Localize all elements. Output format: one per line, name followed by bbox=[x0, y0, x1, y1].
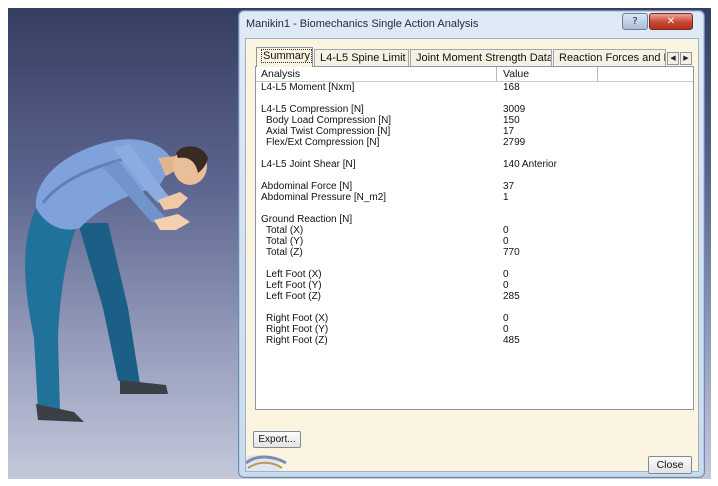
manikin-figure[interactable] bbox=[8, 8, 248, 479]
table-row[interactable] bbox=[256, 93, 693, 104]
dialog-client-area: Summary L4-L5 Spine Limit Joint Moment S… bbox=[245, 38, 699, 474]
row-value: 0 bbox=[503, 324, 509, 335]
row-label: Axial Twist Compression [N] bbox=[266, 126, 391, 137]
dialog-titlebar[interactable]: Manikin1 - Biomechanics Single Action An… bbox=[239, 11, 704, 37]
tab-strip: Summary L4-L5 Spine Limit Joint Moment S… bbox=[256, 47, 696, 67]
table-row[interactable]: L4-L5 Compression [N] 3009 bbox=[256, 104, 693, 115]
tab-joint-moment-label: Joint Moment Strength Data bbox=[416, 52, 552, 64]
row-label: L4-L5 Moment [Nxm] bbox=[261, 82, 355, 93]
table-row[interactable] bbox=[256, 203, 693, 214]
row-label: Body Load Compression [N] bbox=[266, 115, 392, 126]
tab-reaction-forces-label: Reaction Forces and Mo bbox=[559, 52, 665, 64]
row-value: 0 bbox=[503, 280, 509, 291]
table-row[interactable]: Total (Z) 770 bbox=[256, 247, 693, 258]
column-divider[interactable] bbox=[597, 67, 598, 81]
row-label: Abdominal Force [N] bbox=[261, 181, 353, 192]
row-label: Total (Y) bbox=[266, 236, 304, 247]
row-label: Left Foot (X) bbox=[266, 269, 322, 280]
table-row[interactable]: L4-L5 Moment [Nxm] 168 bbox=[256, 82, 693, 93]
row-value: 1 bbox=[503, 192, 509, 203]
row-label: L4-L5 Compression [N] bbox=[261, 104, 364, 115]
catia-logo-icon bbox=[246, 455, 287, 471]
row-label: Left Foot (Z) bbox=[266, 291, 322, 302]
tab-spine-limit[interactable]: L4-L5 Spine Limit bbox=[314, 49, 409, 66]
row-label: Abdominal Pressure [N_m2] bbox=[261, 192, 387, 203]
row-value: 37 bbox=[503, 181, 515, 192]
row-label: Left Foot (Y) bbox=[266, 280, 322, 291]
row-label: Total (X) bbox=[266, 225, 304, 236]
column-header-value[interactable]: Value bbox=[503, 68, 529, 80]
row-label: Right Foot (Y) bbox=[266, 324, 329, 335]
table-row[interactable]: Abdominal Force [N] 37 bbox=[256, 181, 693, 192]
tab-scroll-left-icon[interactable]: ◀ bbox=[667, 52, 679, 65]
row-value: 3009 bbox=[503, 104, 526, 115]
row-label: Flex/Ext Compression [N] bbox=[266, 137, 380, 148]
table-body: L4-L5 Moment [Nxm] 168 L4-L5 Compression [… bbox=[256, 82, 693, 346]
table-row[interactable]: Ground Reaction [N] bbox=[256, 214, 693, 225]
row-value: 285 bbox=[503, 291, 520, 302]
help-button[interactable]: ? bbox=[622, 13, 648, 30]
table-row[interactable]: Total (Y) 0 bbox=[256, 236, 693, 247]
row-value: 2799 bbox=[503, 137, 526, 148]
row-value: 485 bbox=[503, 335, 520, 346]
row-value: 0 bbox=[503, 313, 509, 324]
table-row[interactable] bbox=[256, 170, 693, 181]
table-row[interactable]: Total (X) 0 bbox=[256, 225, 693, 236]
row-value: 770 bbox=[503, 247, 520, 258]
table-row[interactable]: Left Foot (X) 0 bbox=[256, 269, 693, 280]
row-value: 168 bbox=[503, 82, 520, 93]
analysis-dialog: Manikin1 - Biomechanics Single Action An… bbox=[238, 10, 705, 478]
table-row[interactable]: Left Foot (Y) 0 bbox=[256, 280, 693, 291]
table-row[interactable]: Axial Twist Compression [N] 17 bbox=[256, 126, 693, 137]
row-value: 0 bbox=[503, 236, 509, 247]
tab-summary[interactable]: Summary bbox=[256, 47, 313, 67]
row-label: L4-L5 Joint Shear [N] bbox=[261, 159, 356, 170]
column-header-analysis[interactable]: Analysis bbox=[261, 68, 300, 80]
row-label: Total (Z) bbox=[266, 247, 303, 258]
dialog-title: Manikin1 - Biomechanics Single Action An… bbox=[246, 18, 479, 30]
table-row[interactable]: Abdominal Pressure [N_m2] 1 bbox=[256, 192, 693, 203]
table-row[interactable]: Left Foot (Z) 285 bbox=[256, 291, 693, 302]
table-row[interactable] bbox=[256, 302, 693, 313]
table-row[interactable] bbox=[256, 148, 693, 159]
table-row[interactable]: Flex/Ext Compression [N] 2799 bbox=[256, 137, 693, 148]
window-close-button[interactable]: ✕ bbox=[649, 13, 693, 30]
row-value: 0 bbox=[503, 269, 509, 280]
table-row[interactable]: Right Foot (Z) 485 bbox=[256, 335, 693, 346]
tab-reaction-forces[interactable]: Reaction Forces and Mo bbox=[553, 49, 666, 66]
row-label: Right Foot (X) bbox=[266, 313, 329, 324]
row-value: 17 bbox=[503, 126, 515, 137]
table-header: Analysis Value bbox=[256, 67, 693, 82]
row-value: 150 bbox=[503, 115, 520, 126]
table-row[interactable] bbox=[256, 258, 693, 269]
table-row[interactable]: L4-L5 Joint Shear [N] 140 Anterior bbox=[256, 159, 693, 170]
row-value: 0 bbox=[503, 225, 509, 236]
table-row[interactable]: Right Foot (Y) 0 bbox=[256, 324, 693, 335]
column-divider[interactable] bbox=[496, 67, 497, 81]
close-button[interactable]: Close bbox=[648, 456, 692, 474]
table-row[interactable]: Right Foot (X) 0 bbox=[256, 313, 693, 324]
row-label: Ground Reaction [N] bbox=[261, 214, 353, 225]
row-label: Right Foot (Z) bbox=[266, 335, 328, 346]
tab-joint-moment[interactable]: Joint Moment Strength Data bbox=[410, 49, 552, 66]
analysis-table[interactable]: Analysis Value L4-L5 Moment [Nxm] 168 L4-L… bbox=[255, 66, 694, 410]
row-value: 140 Anterior bbox=[503, 159, 557, 170]
tab-summary-label: Summary bbox=[260, 49, 312, 63]
table-row[interactable]: Body Load Compression [N] 150 bbox=[256, 115, 693, 126]
tab-spine-limit-label: L4-L5 Spine Limit bbox=[320, 52, 406, 64]
tab-scroll-right-icon[interactable]: ▶ bbox=[680, 52, 692, 65]
